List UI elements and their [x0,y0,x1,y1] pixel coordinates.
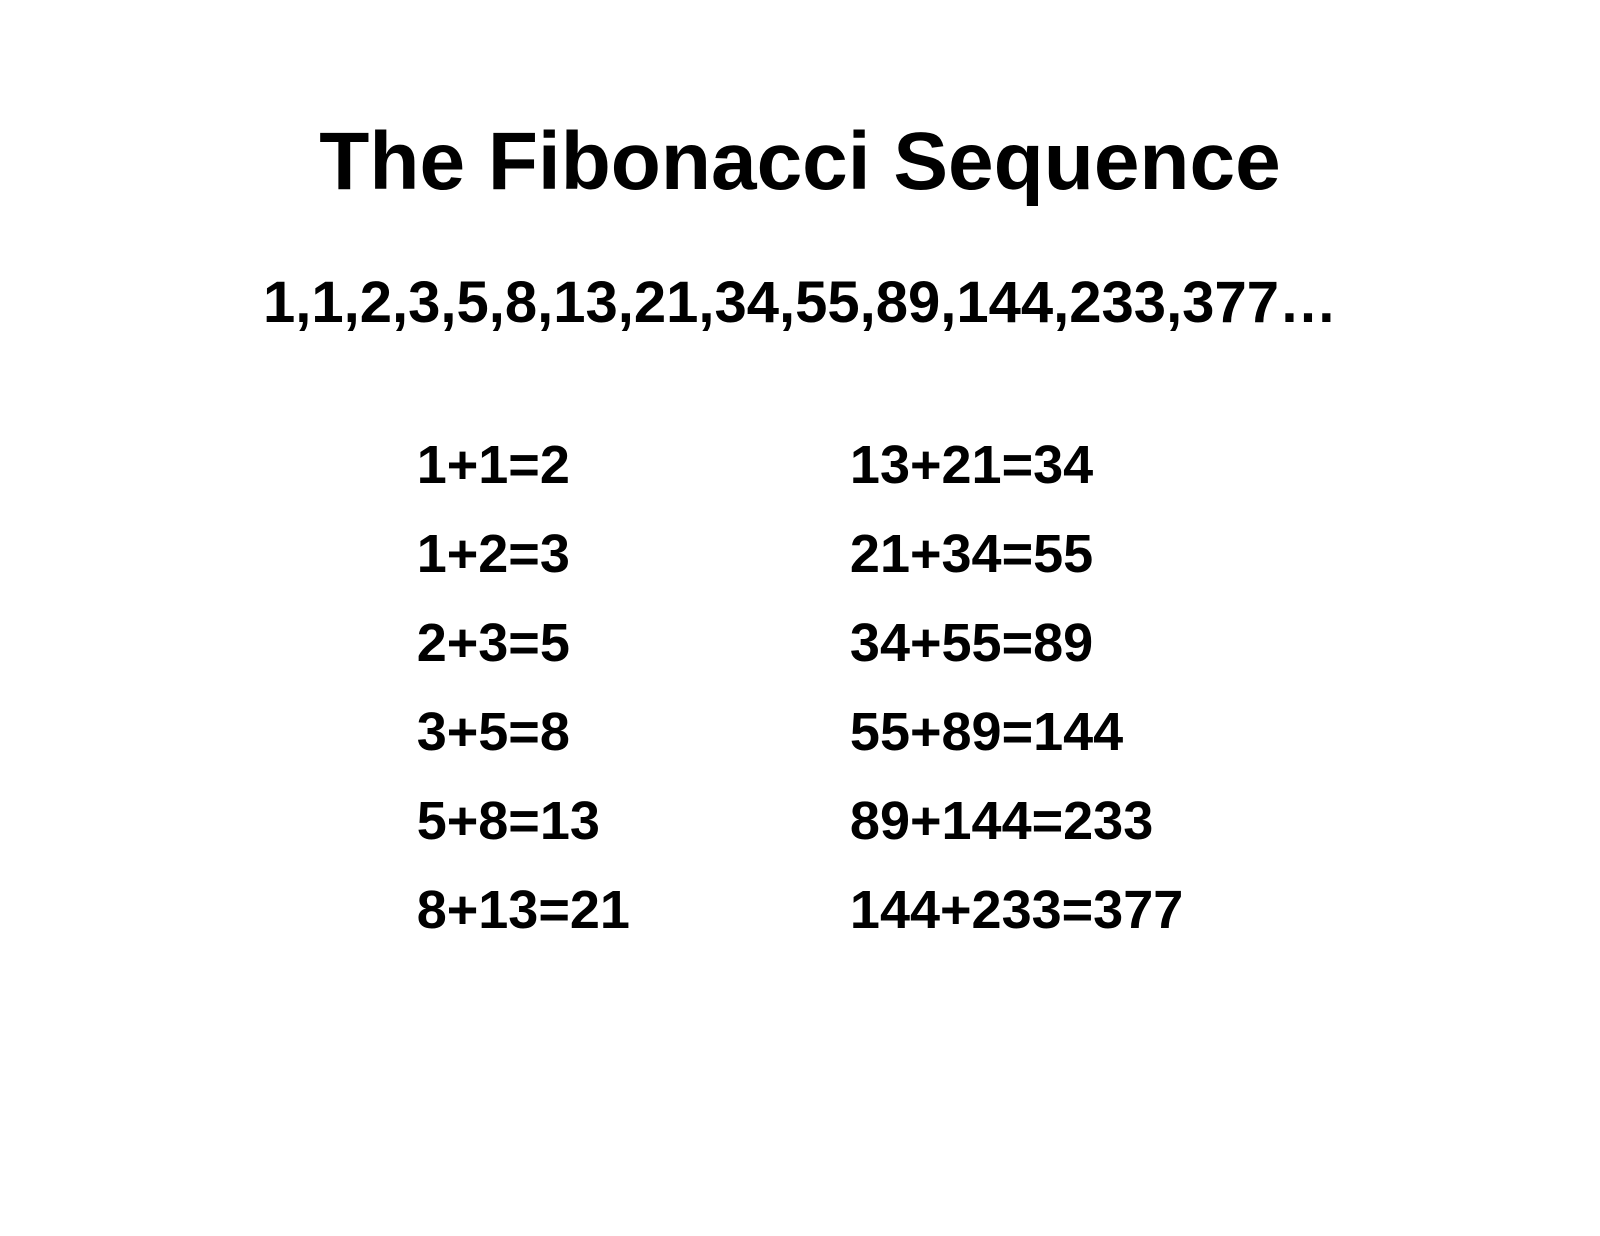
equations-column-right: 13+21=34 21+34=55 34+55=89 55+89=144 89+… [850,421,1183,956]
equation: 21+34=55 [850,510,1183,599]
slide-title: The Fibonacci Sequence [0,115,1600,209]
equation: 8+13=21 [417,866,630,955]
equation: 144+233=377 [850,866,1183,955]
fibonacci-sequence: 1,1,2,3,5,8,13,21,34,55,89,144,233,377… [0,269,1600,336]
equation: 3+5=8 [417,688,630,777]
equation: 1+1=2 [417,421,630,510]
equation: 13+21=34 [850,421,1183,510]
equation: 89+144=233 [850,777,1183,866]
equation: 5+8=13 [417,777,630,866]
equation: 55+89=144 [850,688,1183,777]
equation: 2+3=5 [417,599,630,688]
slide-container: The Fibonacci Sequence 1,1,2,3,5,8,13,21… [0,0,1600,1236]
equation: 34+55=89 [850,599,1183,688]
equations-column-left: 1+1=2 1+2=3 2+3=5 3+5=8 5+8=13 8+13=21 [417,421,630,956]
equations-columns: 1+1=2 1+2=3 2+3=5 3+5=8 5+8=13 8+13=21 1… [0,421,1600,956]
equation: 1+2=3 [417,510,630,599]
